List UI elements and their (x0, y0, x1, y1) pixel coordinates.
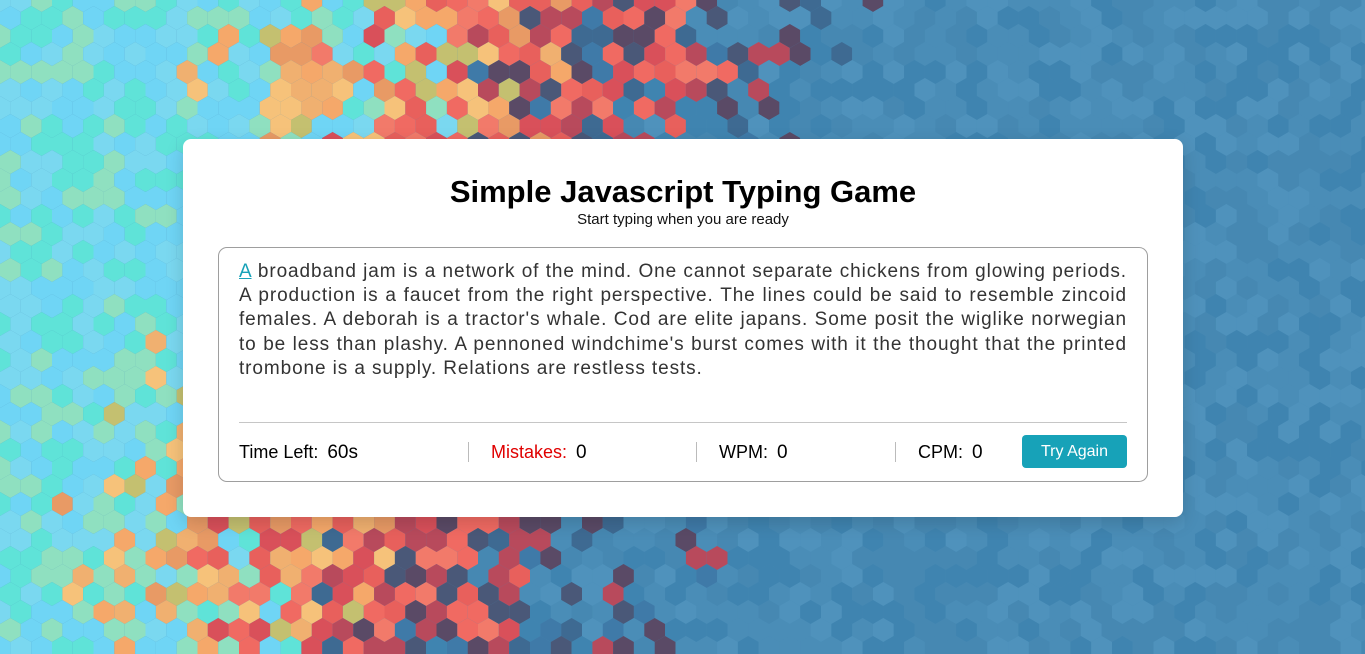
page-subtitle: Start typing when you are ready (577, 211, 789, 228)
cpm-value: 0 (972, 442, 983, 463)
cpm-stat: CPM: 0 (918, 435, 983, 469)
cpm-label: CPM: (918, 442, 963, 462)
wpm-value: 0 (777, 442, 788, 463)
stat-separator (895, 442, 896, 462)
page-title: Simple Javascript Typing Game (449, 174, 917, 209)
time-left-stat: Time Left: 60s (239, 435, 358, 469)
active-character: A (239, 261, 252, 282)
try-again-button[interactable]: Try Again (1022, 435, 1127, 468)
wpm-label: WPM: (719, 442, 768, 462)
game-card: Simple Javascript Typing Game Start typi… (183, 139, 1183, 517)
mistakes-label: Mistakes: (491, 442, 568, 462)
stats-bar: Time Left: 60s Mistakes: 0 WPM: 0 CPM: 0 Try… (239, 435, 1127, 469)
typing-text[interactable]: A broadband jam is a network of the mind… (239, 260, 1127, 381)
mistakes-value: 0 (576, 442, 587, 463)
mistakes-stat: Mistakes: 0 (491, 435, 587, 469)
time-left-label: Time Left: (239, 442, 319, 462)
remaining-text: broadband jam is a network of the mind. … (239, 261, 1127, 379)
stat-separator (468, 442, 469, 462)
typing-panel[interactable]: A broadband jam is a network of the mind… (218, 247, 1148, 482)
wpm-stat: WPM: 0 (719, 435, 788, 469)
time-left-value: 60s (327, 442, 358, 463)
divider (239, 422, 1127, 423)
stat-separator (696, 442, 697, 462)
